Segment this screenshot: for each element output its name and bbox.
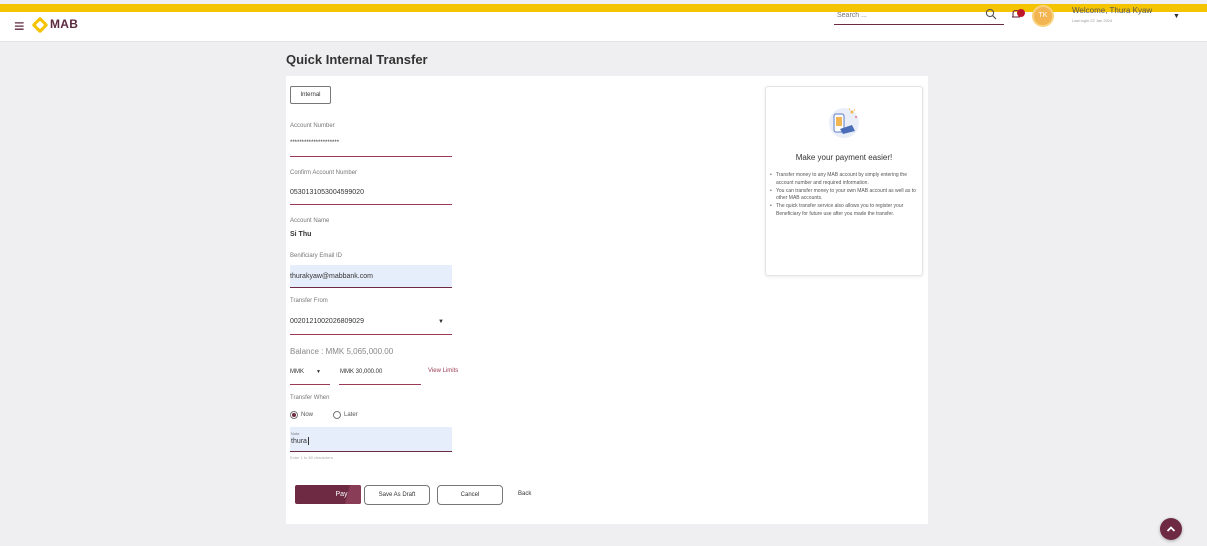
note-text: thura	[291, 437, 307, 445]
welcome-text: Welcome, Thura Kyaw	[1072, 6, 1153, 15]
cancel-button[interactable]: Cancel	[437, 485, 503, 505]
balance-text: Balance : MMK 5,065,000.00	[290, 347, 394, 356]
back-link[interactable]: Back	[518, 491, 531, 497]
transfer-later-radio[interactable]	[333, 411, 341, 419]
top-header: ≡ MAB	[0, 12, 1207, 42]
currency-chevron-down-icon[interactable]: ▼	[316, 369, 321, 375]
hamburger-menu-icon[interactable]: ≡	[14, 17, 25, 35]
transfer-when-label: Transfer When	[290, 395, 330, 401]
search-input[interactable]	[834, 7, 1004, 25]
account-number-label: Account Number	[290, 123, 335, 129]
scroll-to-top-button[interactable]	[1160, 518, 1182, 540]
text-caret	[307, 437, 309, 445]
chevron-up-icon	[1166, 526, 1176, 532]
logo-diamond-icon	[31, 16, 49, 34]
transfer-type-internal-button[interactable]: Internal	[290, 86, 331, 104]
currency-select[interactable]: MMK	[290, 369, 304, 375]
page-title: Quick Internal Transfer	[286, 52, 428, 67]
search-icon[interactable]	[985, 8, 997, 20]
pay-label: Pay	[335, 491, 348, 498]
note-field[interactable]	[290, 427, 452, 452]
note-value: thura	[291, 437, 309, 445]
logo-text: MAB	[50, 17, 79, 31]
beneficiary-email-label: Benificiary Email ID	[290, 253, 343, 259]
transfer-from-label: Transfer From	[290, 298, 328, 304]
info-item: You can transfer money to your own MAB a…	[770, 188, 922, 204]
transfer-from-select[interactable]: 0020121002026809029	[290, 318, 364, 325]
amount-input[interactable]: MMK 30,000.00	[340, 369, 382, 375]
account-name-value: Si Thu	[290, 231, 312, 238]
confirm-account-number-field[interactable]: 0530131053004599020	[290, 189, 364, 196]
beneficiary-email-value: thurakyaw@mabbank.com	[290, 273, 373, 280]
info-list: Transfer money to any MAB account by sim…	[770, 172, 922, 219]
confirm-account-number-label: Confirm Account Number	[290, 170, 358, 176]
user-menu-chevron-down-icon[interactable]: ▼	[1173, 13, 1180, 20]
save-as-draft-button[interactable]: Save As Draft	[364, 485, 430, 505]
notification-badge	[1017, 9, 1025, 17]
currency-underline	[290, 384, 330, 385]
transfer-later-label: Later	[344, 412, 358, 418]
info-title: Make your payment easier!	[795, 153, 893, 162]
note-hint: Enter 1 to 80 characters.	[290, 455, 334, 460]
account-name-label: Account Name	[290, 218, 330, 224]
note-label: Note	[291, 431, 300, 436]
account-number-underline	[290, 156, 452, 157]
confirm-account-number-underline	[290, 204, 452, 205]
amount-underline	[339, 384, 421, 385]
transfer-now-label: Now	[301, 412, 314, 418]
info-item: The quick transfer service also allows y…	[770, 203, 922, 219]
mab-logo[interactable]: MAB	[31, 16, 82, 37]
transfer-from-underline	[290, 334, 452, 335]
info-item: Transfer money to any MAB account by sim…	[770, 172, 922, 188]
avatar[interactable]: TK	[1032, 5, 1054, 27]
pay-button[interactable]: Pay	[295, 485, 361, 504]
transfer-from-chevron-down-icon[interactable]: ▼	[438, 319, 444, 325]
last-login-text: Last login 22 Jan 2024	[1072, 18, 1113, 23]
transfer-now-radio[interactable]	[290, 411, 298, 419]
brand-accent-bar	[0, 4, 1207, 12]
account-number-field[interactable]: *********************	[290, 140, 339, 146]
view-limits-link[interactable]: View Limits	[428, 368, 458, 374]
payment-illustration-icon	[829, 107, 859, 138]
